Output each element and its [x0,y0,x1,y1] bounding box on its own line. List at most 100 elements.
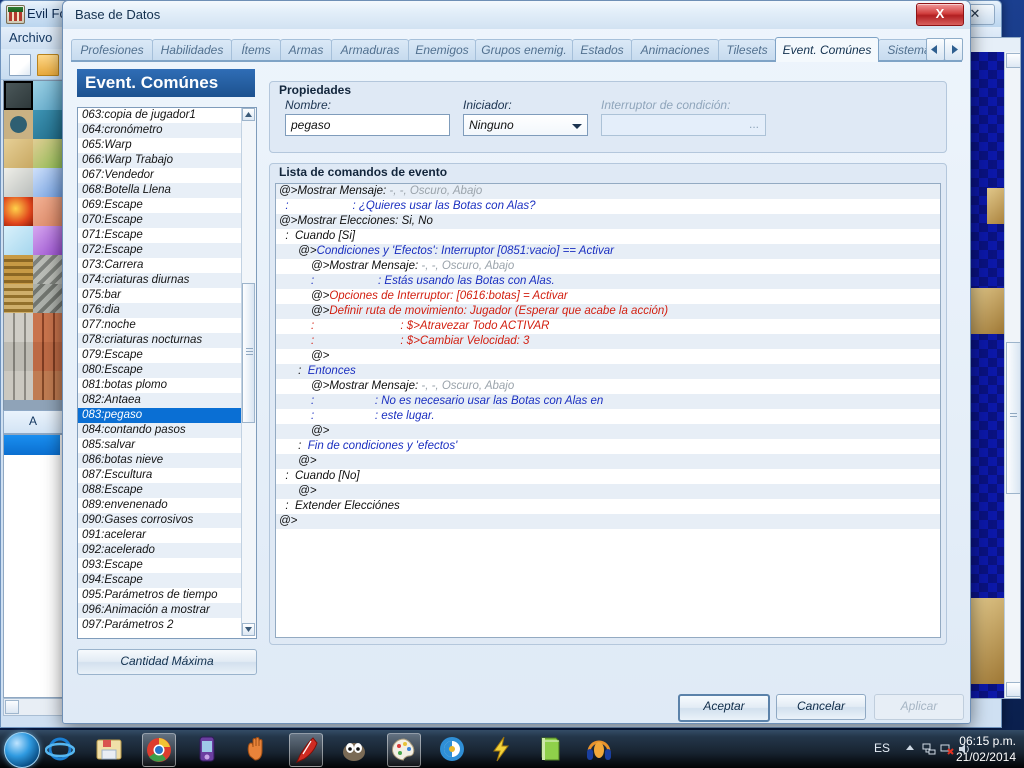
list-item[interactable]: 078:criaturas nocturnas [78,333,256,348]
command-row[interactable]: : : este lugar. [276,409,940,424]
scrollbar-thumb[interactable] [242,283,255,423]
tab-profesiones[interactable]: Profesiones [71,39,153,61]
command-row[interactable]: : Cuando [No] [276,469,940,484]
list-item[interactable]: 094:Escape [78,573,256,588]
google-chrome-icon[interactable] [142,733,176,767]
ellipsis-icon[interactable]: ... [749,117,759,131]
cantidad-maxima-button[interactable]: Cantidad Máxima [77,649,257,675]
tab-animaciones[interactable]: Animaciones [631,39,719,61]
command-row[interactable]: @>Mostrar Mensaje: -, -, Oscuro, Abajo [276,379,940,394]
dialog-titlebar[interactable]: Base de Datos X [63,1,970,29]
windows-explorer-icon[interactable] [93,733,125,765]
command-row[interactable]: @> [276,454,940,469]
command-row[interactable]: : Fin de condiciones y 'efectos' [276,439,940,454]
list-item[interactable]: 093:Escape [78,558,256,573]
list-item[interactable]: 069:Escape [78,198,256,213]
windows-start-orb[interactable] [4,732,40,768]
command-row[interactable]: @>Mostrar Mensaje: -, -, Oscuro, Abajo [276,184,940,199]
tab-armaduras[interactable]: Armaduras [331,39,409,61]
headphones-icon[interactable] [583,733,615,765]
list-item[interactable]: 083:pegaso [78,408,256,423]
list-item[interactable]: 072:Escape [78,243,256,258]
command-row[interactable]: : : ¿Quieres usar las Botas con Alas? [276,199,940,214]
iniciador-select[interactable]: Ninguno [463,114,588,136]
list-item[interactable]: 090:Gases corrosivos [78,513,256,528]
tab-scroll-right-icon[interactable] [944,38,963,61]
list-item[interactable]: 097:Parámetros 2 [78,618,256,633]
clock-date[interactable]: 21/02/2014 [936,750,1016,764]
hand-app-icon[interactable] [240,733,272,765]
tab-event-com-nes[interactable]: Event. Comúnes [775,37,879,62]
tabstrip[interactable]: Profesiones Habilidades Ítems Armas Armadura… [71,37,963,62]
interruptor-condicion-field[interactable]: ... [601,114,766,136]
command-row[interactable]: : Extender Elecciónes [276,499,940,514]
command-row[interactable]: : : $>Cambiar Velocidad: 3 [276,334,940,349]
command-row[interactable]: : : Estás usando las Botas con Alas. [276,274,940,289]
list-item[interactable]: 080:Escape [78,363,256,378]
common-events-list[interactable]: 063:copia de jugador1 064:cronómetro 065:W… [77,107,257,639]
up-arrow-icon[interactable] [904,742,918,756]
background-map-view[interactable] [969,37,1021,699]
background-horizontal-scrollbar[interactable] [3,698,63,716]
background-map-vertical-scrollbar[interactable] [1004,52,1020,698]
command-row[interactable]: @>Definir ruta de movimiento: Jugador (E… [276,304,940,319]
list-item[interactable]: 063:copia de jugador1 [78,108,256,123]
list-item[interactable]: 070:Escape [78,213,256,228]
list-item[interactable]: 095:Parámetros de tiempo [78,588,256,603]
book-icon[interactable] [534,733,566,765]
rpg-maker-icon[interactable] [289,733,323,767]
list-item[interactable]: 084:contando pasos [78,423,256,438]
browser-c-icon[interactable] [436,733,468,765]
event-list-scrollbar[interactable] [241,108,256,636]
command-row[interactable]: @> [276,424,940,439]
list-item[interactable]: 085:salvar [78,438,256,453]
language-indicator[interactable]: ES [874,741,890,755]
command-row[interactable]: @> [276,514,940,529]
command-row[interactable]: @> [276,349,940,364]
tab-tems[interactable]: Ítems [231,39,281,61]
list-item[interactable]: 065:Warp [78,138,256,153]
event-command-list[interactable]: @>Mostrar Mensaje: -, -, Oscuro, Abajo :… [275,183,941,638]
list-item[interactable]: 074:criaturas diurnas [78,273,256,288]
list-item[interactable]: 068:Botella Llena [78,183,256,198]
accept-button[interactable]: Aceptar [678,694,770,722]
list-item[interactable]: 067:Vendedor [78,168,256,183]
list-item[interactable]: 075:bar [78,288,256,303]
list-item[interactable]: 096:Animación a mostrar [78,603,256,618]
tile-palette[interactable] [3,80,63,412]
tileset-tab-a[interactable]: A [3,410,63,434]
scroll-up-icon[interactable] [242,108,255,121]
list-item[interactable]: 079:Escape [78,348,256,363]
list-item[interactable]: 092:acelerado [78,543,256,558]
command-row[interactable]: @>Opciones de Interruptor: [0616:botas] … [276,289,940,304]
list-item[interactable]: 064:cronómetro [78,123,256,138]
list-item[interactable]: 073:Carrera [78,258,256,273]
scrollbar-thumb[interactable] [1006,342,1020,494]
command-row[interactable]: : Cuando [Si] [276,229,940,244]
list-item[interactable]: 066:Warp Trabajo [78,153,256,168]
nombre-input[interactable]: pegaso [285,114,450,136]
command-row[interactable]: @>Mostrar Elecciones: Si, No [276,214,940,229]
menu-item-archivo[interactable]: Archivo [9,30,52,45]
list-item[interactable]: 076:dia [78,303,256,318]
tab-scroll-left-icon[interactable] [926,38,945,61]
command-row[interactable]: : Entonces [276,364,940,379]
scroll-up-icon[interactable] [1006,53,1020,68]
scroll-down-icon[interactable] [242,623,255,636]
tab-grupos-enemig[interactable]: Grupos enemig. [475,39,573,61]
clock-time[interactable]: 06:15 p.m. [936,734,1016,748]
command-row[interactable]: @>Condiciones y 'Efectos': Interruptor [… [276,244,940,259]
scroll-down-icon[interactable] [1006,682,1020,697]
list-item[interactable]: 082:Antaea [78,393,256,408]
tab-tilesets[interactable]: Tilesets [718,39,776,61]
list-item[interactable]: 091:acelerar [78,528,256,543]
tab-estados[interactable]: Estados [572,39,632,61]
command-row[interactable]: @>Mostrar Mensaje: -, -, Oscuro, Abajo [276,259,940,274]
list-item[interactable]: 087:Escultura [78,468,256,483]
internet-explorer-icon[interactable] [44,733,76,765]
command-row[interactable]: @> [276,484,940,499]
scroll-left-icon[interactable] [5,700,19,714]
background-map-list[interactable] [3,434,63,698]
list-item[interactable]: 077:noche [78,318,256,333]
media-player-icon[interactable] [191,733,223,765]
